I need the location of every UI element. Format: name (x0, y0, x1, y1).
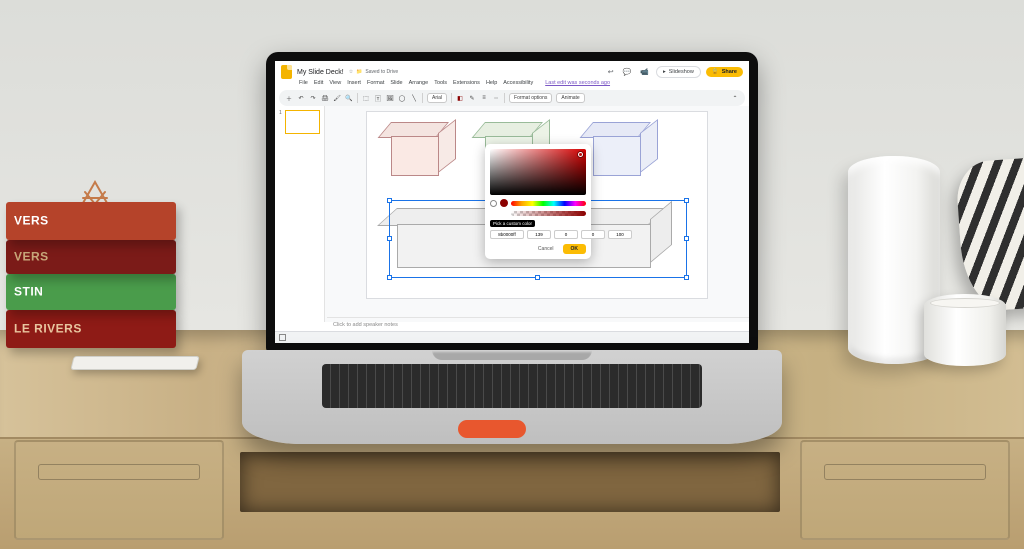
explore-icon[interactable] (279, 334, 286, 341)
new-slide-icon[interactable]: ＋ (285, 94, 293, 102)
laptop: My Slide Deck! ☆ 📁 Saved to Drive ↩ 💬 📹 … (266, 52, 758, 440)
shape-icon[interactable]: ◯ (398, 94, 406, 102)
slides-header: My Slide Deck! ☆ 📁 Saved to Drive ↩ 💬 📹 … (275, 61, 749, 80)
slide-thumbnails: 1 (275, 106, 325, 322)
border-dash-icon[interactable]: ┄ (492, 94, 500, 102)
hue-slider[interactable] (511, 201, 586, 206)
select-icon[interactable]: ⬚ (362, 94, 370, 102)
menu-extensions[interactable]: Extensions (453, 80, 480, 86)
line-icon[interactable]: ╲ (410, 94, 418, 102)
sv-handle[interactable] (578, 152, 583, 157)
lock-icon: 🔒 (712, 69, 719, 75)
doc-title[interactable]: My Slide Deck! (297, 69, 344, 76)
eyedropper-icon[interactable] (490, 200, 497, 207)
undo-icon[interactable]: ↶ (297, 94, 305, 102)
picker-title: Pick a custom color (490, 220, 535, 227)
comment-icon[interactable]: 💬 (621, 68, 634, 76)
slide-thumb-1[interactable]: 1 (279, 110, 320, 134)
menu-view[interactable]: View (329, 80, 341, 86)
slides-logo-icon (281, 65, 292, 79)
slide-canvas[interactable]: Pick a custom color Cancel OK (367, 112, 707, 298)
laptop-keyboard (322, 364, 702, 408)
meet-icon[interactable]: 📹 (638, 68, 651, 76)
paint-format-icon[interactable]: 🖌 (333, 94, 341, 102)
canvas-area: Pick a custom color Cancel OK (325, 106, 749, 322)
animate-button[interactable]: Animate (556, 93, 584, 103)
laptop-base (242, 350, 782, 444)
desk-drawer-right (800, 440, 1010, 540)
menu-arrange[interactable]: Arrange (409, 80, 429, 86)
menu-format[interactable]: Format (367, 80, 384, 86)
print-icon[interactable]: 🖨 (321, 94, 329, 102)
border-color-icon[interactable]: ✎ (468, 94, 476, 102)
cube-blue[interactable] (593, 122, 665, 178)
chevron-up-icon[interactable]: ⌃ (731, 94, 739, 102)
book-spine: STIN (14, 285, 43, 299)
menu-file[interactable]: File (299, 80, 308, 86)
menu-insert[interactable]: Insert (347, 80, 361, 86)
menu-edit[interactable]: Edit (314, 80, 323, 86)
hex-input[interactable] (490, 230, 524, 239)
b-input[interactable] (581, 230, 605, 239)
play-icon: ▸ (663, 69, 666, 75)
textbox-icon[interactable]: 🅃 (374, 94, 382, 102)
speaker-notes[interactable]: Click to add speaker notes (327, 317, 749, 331)
laptop-screen: My Slide Deck! ☆ 📁 Saved to Drive ↩ 💬 📹 … (275, 61, 749, 343)
cancel-button[interactable]: Cancel (533, 244, 559, 254)
laptop-sticker (458, 420, 526, 438)
a-input[interactable] (608, 230, 632, 239)
toolbar: ＋ ↶ ↷ 🖨 🖌 🔍 ⬚ 🅃 🖼 ◯ ╲ Arial ◧ ✎ ≡ ┄ (279, 90, 745, 106)
cloud-saved-badge: Saved to Drive (365, 69, 398, 75)
g-input[interactable] (554, 230, 578, 239)
border-weight-icon[interactable]: ≡ (480, 94, 488, 102)
book-spine: VERS (14, 214, 49, 228)
last-edit-hint[interactable]: Last edit was seconds ago (545, 80, 610, 86)
image-icon[interactable]: 🖼 (386, 94, 394, 102)
menu-tools[interactable]: Tools (434, 80, 447, 86)
color-sv-area[interactable] (490, 149, 586, 195)
font-family[interactable]: Arial (427, 93, 447, 103)
share-button[interactable]: 🔒 Share (706, 67, 743, 77)
notebook (70, 356, 199, 370)
menubar: File Edit View Insert Format Slide Arran… (275, 80, 749, 90)
fill-color-icon[interactable]: ◧ (456, 94, 464, 102)
r-input[interactable] (527, 230, 551, 239)
menu-slide[interactable]: Slide (390, 80, 402, 86)
custom-color-picker: Pick a custom color Cancel OK (485, 144, 591, 259)
ok-button[interactable]: OK (563, 244, 587, 254)
history-icon[interactable]: ↩ (606, 68, 616, 76)
format-options-button[interactable]: Format options (509, 93, 552, 103)
thumb-preview (285, 110, 320, 134)
zoom-icon[interactable]: 🔍 (345, 94, 353, 102)
star-icon[interactable]: ☆ (349, 69, 353, 75)
book-spine: VERS (14, 250, 49, 264)
move-icon[interactable]: 📁 (356, 69, 362, 75)
menu-accessibility[interactable]: Accessibility (503, 80, 533, 86)
redo-icon[interactable]: ↷ (309, 94, 317, 102)
bottom-taskbar (275, 331, 749, 343)
menu-help[interactable]: Help (486, 80, 497, 86)
slideshow-button[interactable]: ▸ Slideshow (656, 66, 701, 78)
book-stack: LE RIVERS STIN VERS VERS (6, 190, 186, 368)
book-spine: LE RIVERS (14, 322, 82, 336)
desk-drawer-left (14, 440, 224, 540)
alpha-slider[interactable] (511, 211, 586, 216)
cube-pink[interactable] (391, 122, 463, 178)
candle-jar (924, 294, 1006, 366)
color-preview-swatch (500, 199, 508, 207)
